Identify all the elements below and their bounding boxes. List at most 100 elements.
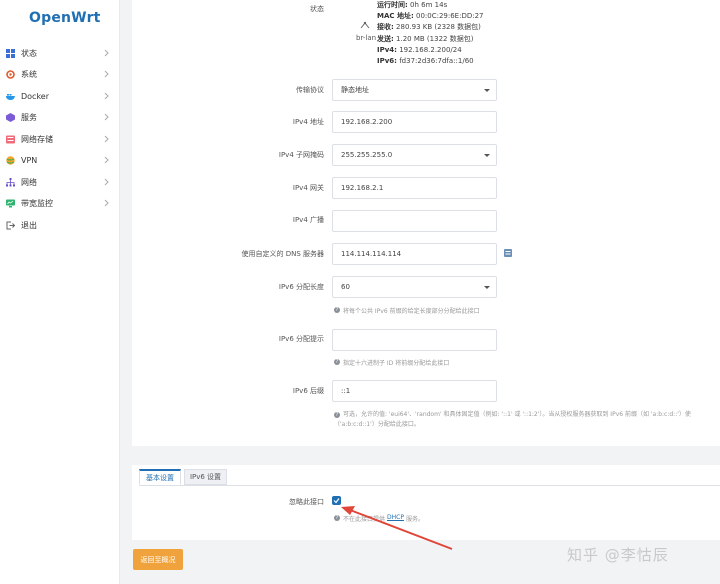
chevron-right-icon [104, 199, 109, 207]
tx-value: 1.20 MB (1322 数据包) [396, 34, 474, 43]
rx-value: 280.93 KB (2328 数据包) [396, 23, 481, 32]
sidebar-item-services[interactable]: 服务 [0, 108, 120, 128]
gear-icon [6, 70, 15, 79]
chevron-right-icon [104, 178, 109, 186]
sidebar-item-status[interactable]: 状态 [0, 44, 120, 64]
ipv6-len-hint-text: 将每个公共 IPv6 前缀的给定长度部分分配给此接口 [343, 308, 480, 315]
chevron-down-icon [484, 89, 490, 92]
ipv4-addr-value: 192.168.2.200 [341, 118, 393, 126]
uptime-label: 运行时间: [377, 1, 408, 9]
ignore-interface-label: 忽略此接口 [289, 498, 324, 506]
ipv6-len-value: 60 [341, 283, 350, 291]
status-details: 运行时间: 0h 6m 14s MAC 地址: 00:0C:29:6E:DD:2… [377, 0, 484, 67]
ipv6-value: fd37:2d36:7dfa::1/60 [399, 57, 474, 66]
dns-label: 使用自定义的 DNS 服务器 [241, 250, 324, 258]
ipv6-suffix-hint: ? 可选，允许的值: 'eui64'、'random' 和具体固定值（例如: ':… [334, 410, 720, 430]
ipv6-suffix-hint-line1: 可选，允许的值: 'eui64'、'random' 和具体固定值（例如: '::… [343, 411, 691, 418]
sidebar-item-network[interactable]: 网络 [0, 173, 120, 193]
tab-ipv6-settings[interactable]: IPv6 设置 [184, 469, 227, 485]
tab-basic-settings[interactable]: 基本设置 [139, 469, 181, 485]
rx-label: 接收: [377, 23, 394, 32]
chevron-right-icon [104, 135, 109, 143]
sidebar-item-label: Docker [21, 92, 50, 101]
network-port-icon [360, 21, 370, 29]
ipv4-addr-label: IPv4 地址 [292, 118, 324, 126]
ipv4-gw-input[interactable]: 192.168.2.1 [332, 177, 497, 199]
ipv6-hint-help: ? 指定十六进制子 ID 将前缀分配给此接口 [334, 358, 449, 367]
storage-icon [6, 135, 15, 144]
protocol-label: 传输协议 [296, 86, 324, 94]
ipv6-suffix-value: ::1 [341, 387, 351, 395]
ipv4-mask-select[interactable]: 255.255.255.0 [332, 144, 497, 166]
ipv4-mask-label: IPv4 子网掩码 [278, 151, 324, 159]
help-icon: ? [334, 412, 340, 418]
ignore-interface-hint: ? 不在此接口提供 DHCP 服务。 [334, 514, 424, 523]
ipv6-hint-label: IPv6 分配提示 [278, 335, 324, 343]
ipv6-hint-input[interactable] [332, 329, 497, 351]
help-icon: ? [334, 515, 340, 521]
sidebar-item-vpn[interactable]: VPN [0, 151, 120, 171]
sidebar-item-logout[interactable]: 退出 [0, 216, 120, 236]
sidebar-item-label: 退出 [21, 221, 37, 230]
ipv4-label: IPv4: [377, 45, 397, 54]
chevron-down-icon [484, 286, 490, 289]
sidebar-item-docker[interactable]: Docker [0, 87, 120, 107]
sidebar-item-label: 网络存储 [21, 135, 53, 144]
ipv4-gw-value: 192.168.2.1 [341, 184, 384, 192]
ipv6-suffix-hint-line2: （'a:b:c:d::1'）分配给此接口。 [334, 421, 420, 428]
sidebar-item-label: 网络 [21, 178, 37, 187]
ipv4-bcast-label: IPv4 广播 [292, 216, 324, 224]
sidebar-item-system[interactable]: 系统 [0, 65, 120, 85]
ignore-interface-checkbox[interactable] [332, 496, 341, 505]
chevron-right-icon [104, 70, 109, 78]
sidebar-item-label: 带宽监控 [21, 199, 53, 208]
dhcp-link[interactable]: DHCP [387, 514, 404, 521]
logout-icon [6, 221, 15, 230]
sidebar-item-label: 系统 [21, 70, 37, 79]
ipv6-len-label: IPv6 分配长度 [278, 283, 324, 291]
network-icon [6, 178, 15, 187]
cube-icon [6, 113, 15, 122]
chevron-right-icon [104, 92, 109, 100]
tx-label: 发送: [377, 34, 394, 43]
app-logo[interactable]: OpenWrt [29, 10, 101, 26]
status-label: 状态 [310, 5, 324, 13]
mac-value: 00:0C:29:6E:DD:27 [416, 12, 484, 21]
sidebar-item-label: 服务 [21, 113, 37, 122]
grid-icon [6, 49, 15, 58]
ipv4-bcast-input[interactable] [332, 210, 497, 232]
ipv6-suffix-input[interactable]: ::1 [332, 380, 497, 402]
back-to-overview-button[interactable]: 返回至概况 [133, 549, 183, 570]
chevron-right-icon [104, 113, 109, 121]
help-icon: ? [334, 359, 340, 365]
add-dns-icon[interactable] [503, 248, 513, 258]
help-icon: ? [334, 307, 340, 313]
monitor-icon [6, 199, 15, 208]
ipv6-len-select[interactable]: 60 [332, 276, 497, 298]
sidebar-item-bandwidth[interactable]: 带宽监控 [0, 194, 120, 214]
sidebar: OpenWrt 状态 系统 Docker 服务 网络存储 VPN 网络 带宽监控 [0, 0, 120, 584]
dns-value: 114.114.114.114 [341, 250, 402, 258]
ipv6-suffix-label: IPv6 后缀 [292, 387, 324, 395]
dns-input[interactable]: 114.114.114.114 [332, 243, 497, 265]
sidebar-item-label: 状态 [21, 49, 37, 58]
ipv6-len-hint: ? 将每个公共 IPv6 前缀的给定长度部分分配给此接口 [334, 306, 480, 315]
check-icon [333, 498, 340, 504]
ipv4-mask-value: 255.255.255.0 [341, 151, 393, 159]
ipv6-hint-help-text: 指定十六进制子 ID 将前缀分配给此接口 [343, 360, 450, 367]
ipv6-label: IPv6: [377, 57, 397, 66]
docker-icon [6, 94, 15, 100]
chevron-right-icon [104, 49, 109, 57]
ipv4-addr-input[interactable]: 192.168.2.200 [332, 111, 497, 133]
chevron-down-icon [484, 154, 490, 157]
sidebar-item-storage[interactable]: 网络存储 [0, 130, 120, 150]
protocol-select[interactable]: 静态地址 [332, 79, 497, 101]
ipv4-gw-label: IPv4 网关 [292, 184, 324, 192]
tab-divider [139, 485, 720, 486]
interface-name: br-lan [356, 34, 377, 42]
protocol-value: 静态地址 [341, 86, 369, 94]
ignore-hint-pre: 不在此接口提供 [343, 516, 386, 523]
sidebar-item-label: VPN [21, 156, 38, 165]
mac-label: MAC 地址: [377, 12, 414, 21]
chevron-right-icon [104, 156, 109, 164]
